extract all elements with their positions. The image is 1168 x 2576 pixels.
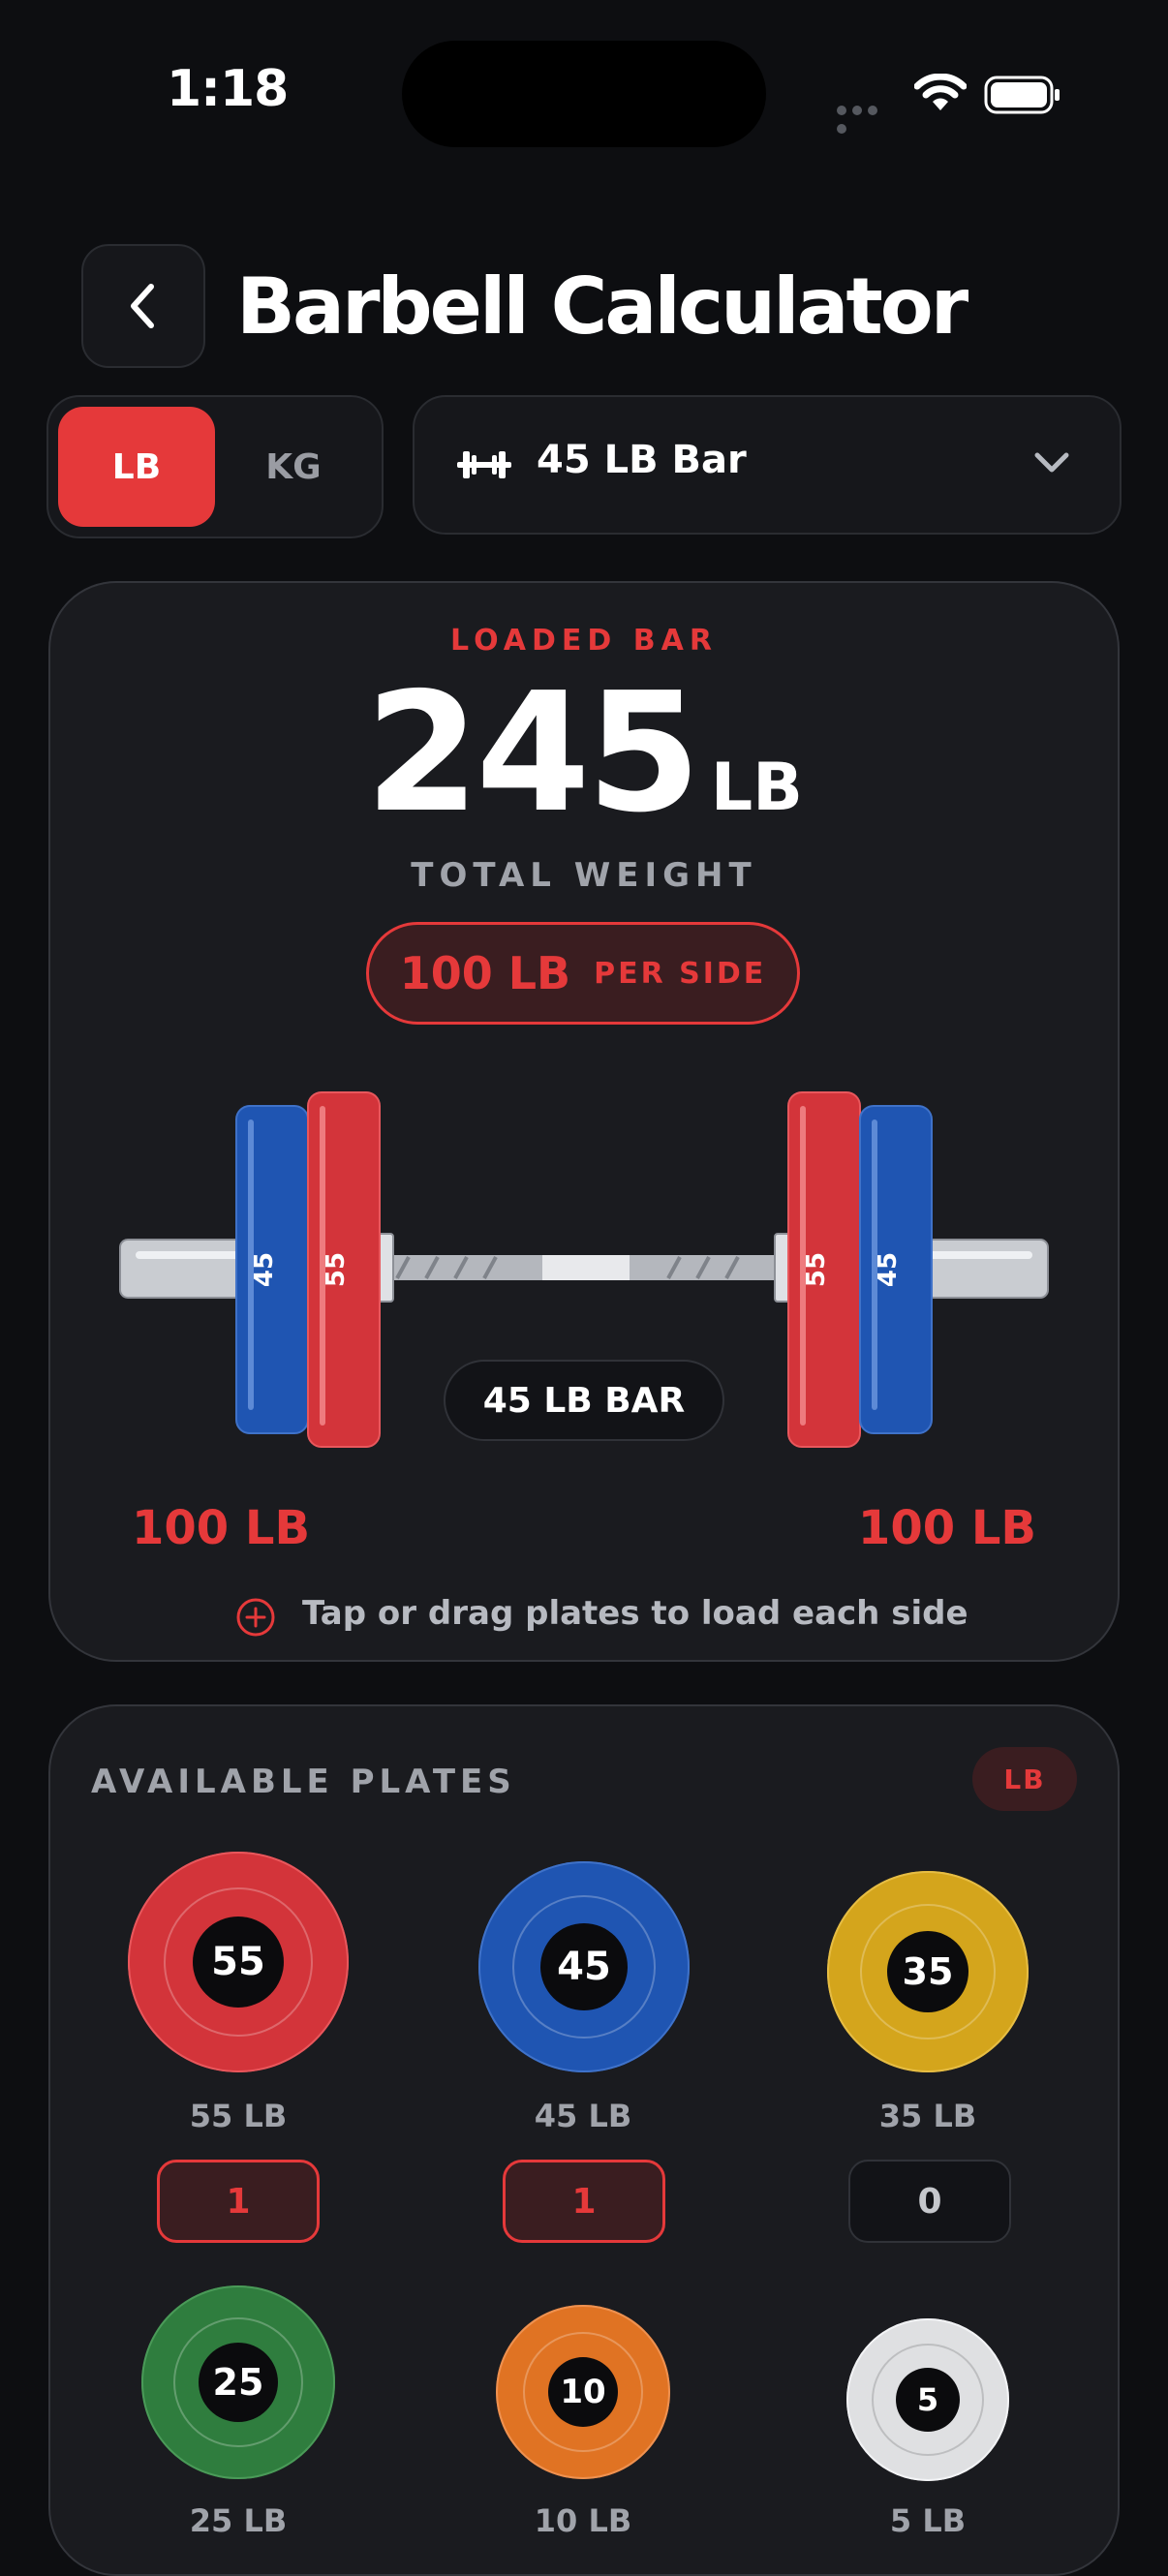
total-weight-unit: LB [710, 750, 804, 826]
page-title: Barbell Calculator [236, 261, 968, 352]
svg-text:45: 45 [250, 1252, 279, 1287]
hint-text: Tap or drag plates to load each side [302, 1594, 968, 1633]
per-side-badge: 100 LB PER SIDE [366, 922, 800, 1025]
unit-lb-button[interactable]: LB [58, 407, 215, 527]
plate-10-label: 10 LB [534, 2502, 632, 2539]
svg-text:45: 45 [874, 1252, 903, 1287]
total-weight-display: 245 LB [0, 666, 1168, 841]
plate-35-count[interactable]: 0 [848, 2160, 1011, 2243]
back-button[interactable] [81, 244, 205, 368]
svg-text:55: 55 [322, 1252, 351, 1287]
plate-45-value: 45 [540, 1923, 628, 2010]
right-side-total: 100 LB [857, 1501, 1036, 1555]
plate-55-count[interactable]: 1 [157, 2160, 320, 2243]
plate-45-button[interactable]: 45 [478, 1861, 690, 2072]
svg-text:55: 55 [802, 1252, 831, 1287]
plus-circle-icon [236, 1598, 275, 1637]
plate-5-value: 5 [896, 2368, 960, 2432]
bar-type-label: 45 LB Bar [537, 438, 747, 482]
right-sleeve-highlight [916, 1251, 1032, 1259]
plate-25-value: 25 [199, 2343, 278, 2422]
bar-type-dropdown[interactable] [413, 395, 1122, 535]
status-time: 1:18 [167, 60, 289, 118]
plate-55-label: 55 LB [189, 2098, 288, 2134]
battery-icon [984, 76, 1060, 114]
plate-45-count[interactable]: 1 [503, 2160, 665, 2243]
chevron-left-icon [131, 284, 154, 328]
chevron-down-icon [1034, 452, 1069, 473]
plate-5-label: 5 LB [889, 2502, 967, 2539]
per-side-label: PER SIDE [594, 956, 767, 991]
unit-kg-button[interactable]: KG [215, 407, 372, 527]
plate-5-button[interactable]: 5 [846, 2318, 1009, 2481]
left-plate-45[interactable]: 45 [235, 1105, 309, 1434]
per-side-value: 100 LB [399, 947, 571, 999]
loaded-bar-label: LOADED BAR [450, 624, 718, 658]
plate-25-button[interactable]: 25 [141, 2285, 335, 2479]
left-side-total: 100 LB [132, 1501, 311, 1555]
right-plate-55[interactable]: 55 [787, 1091, 861, 1448]
bar-center [542, 1255, 630, 1280]
plate-35-label: 35 LB [878, 2098, 977, 2134]
total-weight-label: TOTAL WEIGHT [411, 856, 757, 895]
total-weight-value: 245 [364, 658, 701, 849]
plate-10-button[interactable]: 10 [496, 2305, 670, 2479]
available-plates-title: AVAILABLE PLATES [91, 1763, 516, 1801]
plate-35-button[interactable]: 35 [827, 1871, 1029, 2072]
plate-55-value: 55 [193, 1917, 284, 2008]
plate-55-button[interactable]: 55 [128, 1852, 349, 2072]
plate-45-label: 45 LB [534, 2098, 632, 2134]
left-plate-55[interactable]: 55 [307, 1091, 381, 1448]
wifi-icon [914, 74, 967, 110]
plate-10-value: 10 [548, 2357, 618, 2427]
bar-weight-badge: 45 LB BAR [444, 1360, 724, 1441]
barbell-icon [457, 451, 511, 478]
dynamic-island [402, 41, 766, 147]
plates-unit-badge: LB [972, 1747, 1077, 1811]
cellular-signal-icon [837, 101, 895, 134]
plate-35-value: 35 [887, 1931, 968, 2012]
left-sleeve-highlight [136, 1251, 252, 1259]
right-plate-45[interactable]: 45 [859, 1105, 933, 1434]
plate-25-label: 25 LB [189, 2502, 288, 2539]
